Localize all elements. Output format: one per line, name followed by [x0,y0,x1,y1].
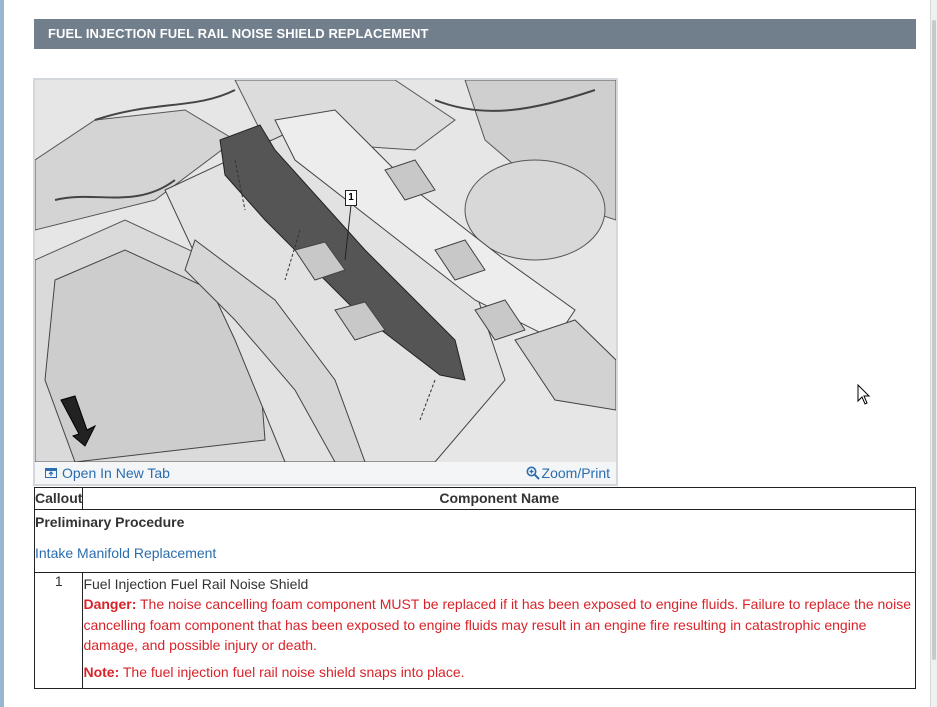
vertical-scrollbar[interactable] [930,0,937,707]
callout-column-header: Callout [33,487,84,510]
engine-illustration[interactable]: 1 [35,80,616,462]
zoom-print-label: Zoom/Print [541,465,610,481]
component-name: Fuel Injection Fuel Rail Noise Shield [83,576,309,592]
note-label: Note: [83,663,120,680]
procedure-title: FUEL INJECTION FUEL RAIL NOISE SHIELD RE… [34,19,916,49]
danger-notice: Danger: The noise cancelling foam compon… [83,594,915,656]
open-in-new-tab-label: Open In New Tab [62,465,170,481]
left-edge-strip [0,0,4,707]
preliminary-title: Preliminary Procedure [35,514,185,530]
zoom-print-link[interactable]: Zoom/Print [526,465,610,481]
callout-marker: 1 [345,190,357,206]
table-header-row: Callout Component Name [33,487,916,510]
note-text: The fuel injection fuel rail noise shiel… [122,663,465,680]
callout-number: 1 [33,572,84,689]
figure-panel: 1 Open In New Tab Zoom/Print [33,78,618,486]
page: FUEL INJECTION FUEL RAIL NOISE SHIELD RE… [0,0,937,707]
intake-manifold-link[interactable]: Intake Manifold Replacement [35,544,216,562]
danger-text: The noise cancelling foam component MUST… [83,596,911,653]
mouse-pointer-icon [857,384,871,405]
table-row: 1 Fuel Injection Fuel Rail Noise Shield … [33,572,916,689]
preliminary-row: Preliminary Procedure Intake Manifold Re… [34,509,916,573]
component-column-header: Component Name [82,487,916,510]
scrollbar-thumb[interactable] [932,20,936,660]
figure-toolbar: Open In New Tab Zoom/Print [35,462,616,484]
preliminary-cell: Preliminary Procedure Intake Manifold Re… [34,509,916,573]
component-cell: Fuel Injection Fuel Rail Noise Shield Da… [82,572,916,689]
component-table: Callout Component Name Preliminary Proce… [33,487,916,689]
callout-marker-label: 1 [348,192,354,203]
engine-illustration-drawing [35,80,616,462]
zoom-in-icon [526,466,540,480]
open-in-new-tab-link[interactable]: Open In New Tab [45,465,170,481]
open-new-tab-icon [45,468,57,478]
danger-label: Danger: [83,596,137,612]
note-notice: Note: The fuel injection fuel rail noise… [83,662,915,682]
